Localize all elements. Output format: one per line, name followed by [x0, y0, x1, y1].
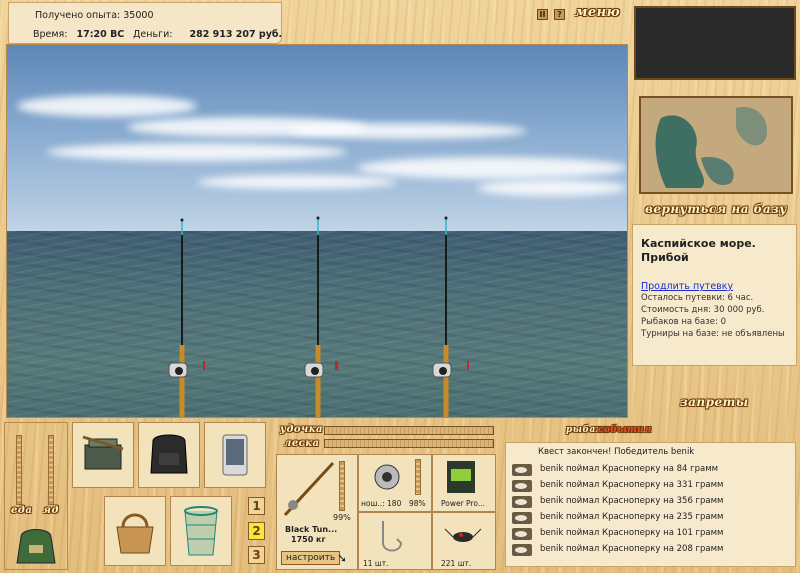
event-text: benik поймал Красноперку на 356 грамм [540, 496, 724, 506]
time-value: 17:20 ВС [76, 29, 125, 40]
bait-count: 221 шт. [441, 559, 472, 568]
xp-value: 35000 [123, 10, 154, 21]
extend-voucher-link[interactable]: Продлить путевку [641, 281, 733, 292]
rod-icon [283, 461, 335, 517]
hook-icon [382, 521, 403, 552]
tv-screen [634, 6, 796, 80]
fish-icon [512, 512, 532, 524]
fish-icon [512, 480, 532, 492]
food-label: еда [11, 505, 33, 516]
backpack-icon [150, 434, 188, 474]
inventory-slot-keepnet[interactable] [170, 496, 232, 566]
reel-name: нош..: 180 [361, 499, 402, 508]
fishing-scene[interactable] [6, 44, 628, 418]
top-bar: Получено опыта: 35000 Время: 17:20 ВС Де… [0, 0, 630, 44]
money-value: 282 913 207 руб. [189, 29, 283, 40]
pause-button[interactable]: II [537, 9, 548, 20]
anglers-on-base: Рыбаков на базе: 0 [641, 317, 726, 327]
status-panel: Получено опыта: 35000 Время: 17:20 ВС Де… [8, 2, 282, 44]
money-label: Деньги: [133, 29, 173, 40]
fish-icon [512, 464, 532, 476]
day-cost: Стоимость дня: 30 000 руб. [641, 305, 765, 315]
cloud [477, 180, 627, 196]
xp-label: Получено опыта: [35, 10, 121, 21]
time-row: Время: 17:20 ВС [33, 29, 124, 40]
cloud [357, 157, 627, 179]
rod-durability: 99% [333, 513, 351, 522]
help-button[interactable]: ? [554, 9, 565, 20]
setup-button[interactable]: настроить [281, 551, 341, 565]
location-map[interactable] [639, 96, 793, 194]
tournaments-on-base: Турниры на базе: не объявлены [641, 329, 785, 339]
inventory-slot-basket[interactable] [104, 496, 166, 566]
money-row: Деньги: 282 913 207 руб. [133, 29, 282, 40]
menu-button[interactable]: меню [575, 5, 620, 20]
events-list: Квест закончен! Победитель benik benik п… [505, 442, 796, 567]
slot-3-button[interactable]: 3 [248, 546, 265, 564]
keepnet-icon [184, 506, 218, 556]
bait-label: яд [43, 505, 59, 516]
rod-durability-bar [339, 461, 345, 511]
caspian-map-image [641, 98, 791, 192]
event-text: benik поймал Красноперку на 84 грамм [540, 464, 719, 474]
inventory-slot-phone[interactable] [204, 422, 266, 488]
return-to-base-button[interactable]: вернуться на базу [645, 202, 787, 216]
list-item: benik поймал Красноперку на 235 грамм [512, 511, 792, 526]
tab-events[interactable]: события [598, 425, 652, 435]
reel-slot[interactable]: нош..: 180 98% [358, 454, 432, 512]
fish-icon [512, 544, 532, 556]
list-item: benik поймал Красноперку на 208 грамм [512, 543, 792, 558]
hook-count: 11 шт. [363, 559, 389, 568]
food-bait-box: еда яд [4, 422, 68, 570]
rod-label: удочка [280, 424, 323, 435]
event-text: benik поймал Красноперку на 208 грамм [540, 544, 724, 554]
rod-max-weight: 1750 кг [291, 535, 326, 544]
reel-icon [374, 464, 400, 490]
inventory-slot-backpack[interactable] [138, 422, 200, 488]
arrow-icon[interactable]: ➘ [337, 551, 347, 565]
tackle-box-icon [82, 435, 124, 470]
basket-icon [116, 513, 154, 554]
location-title: Каспийское море. Прибой [641, 237, 756, 264]
line-label: леска [284, 438, 320, 449]
event-text: benik поймал Красноперку на 235 грамм [540, 512, 724, 522]
bag-icon[interactable] [13, 523, 59, 567]
fishing-rod-1[interactable] [159, 45, 205, 418]
fishing-rod-3[interactable] [423, 45, 469, 418]
phone-icon [222, 434, 248, 476]
slot-2-button[interactable]: 2 [248, 522, 265, 540]
food-meter [16, 435, 22, 505]
rod-slot[interactable]: 99% Black Tun... 1750 кг настроить ➘ [276, 454, 358, 570]
list-item: benik поймал Красноперку на 84 грамм [512, 463, 792, 478]
event-text: benik поймал Красноперку на 331 грамм [540, 480, 724, 490]
list-item: benik поймал Красноперку на 101 грамм [512, 527, 792, 542]
list-item: benik поймал Красноперку на 331 грамм [512, 479, 792, 494]
rod-name: Black Tun... [285, 525, 338, 534]
reel-durability-bar [415, 459, 421, 495]
slot-1-button[interactable]: 1 [248, 497, 265, 515]
xp-row: Получено опыта: 35000 [35, 10, 154, 21]
fish-icon [512, 528, 532, 540]
quest-message: Квест закончен! Победитель benik [538, 447, 695, 457]
rod-tension-bar [324, 426, 494, 435]
line-slot[interactable]: Power Pro... [432, 454, 496, 512]
bait-slot[interactable]: 221 шт. [432, 512, 496, 570]
line-spool-icon [447, 461, 475, 493]
inventory-slot-tackle-box[interactable] [72, 422, 134, 488]
hook-slot[interactable]: 11 шт. [358, 512, 432, 570]
fish-icon [512, 496, 532, 508]
reel-durability: 98% [409, 499, 426, 508]
bans-button[interactable]: запреты [680, 395, 749, 409]
time-label: Время: [33, 29, 68, 40]
location-info: Каспийское море. Прибой Продлить путевку… [632, 224, 797, 366]
fishing-rod-2[interactable] [295, 45, 341, 418]
list-item: benik поймал Красноперку на 356 грамм [512, 495, 792, 510]
voucher-remaining: Осталось путевки: 6 час. [641, 293, 754, 303]
bait-meter [48, 435, 54, 505]
line-tension-bar [324, 439, 494, 448]
fly-bait-icon [444, 528, 482, 542]
line-name: Power Pro... [441, 499, 485, 508]
event-text: benik поймал Красноперку на 101 грамм [540, 528, 724, 538]
